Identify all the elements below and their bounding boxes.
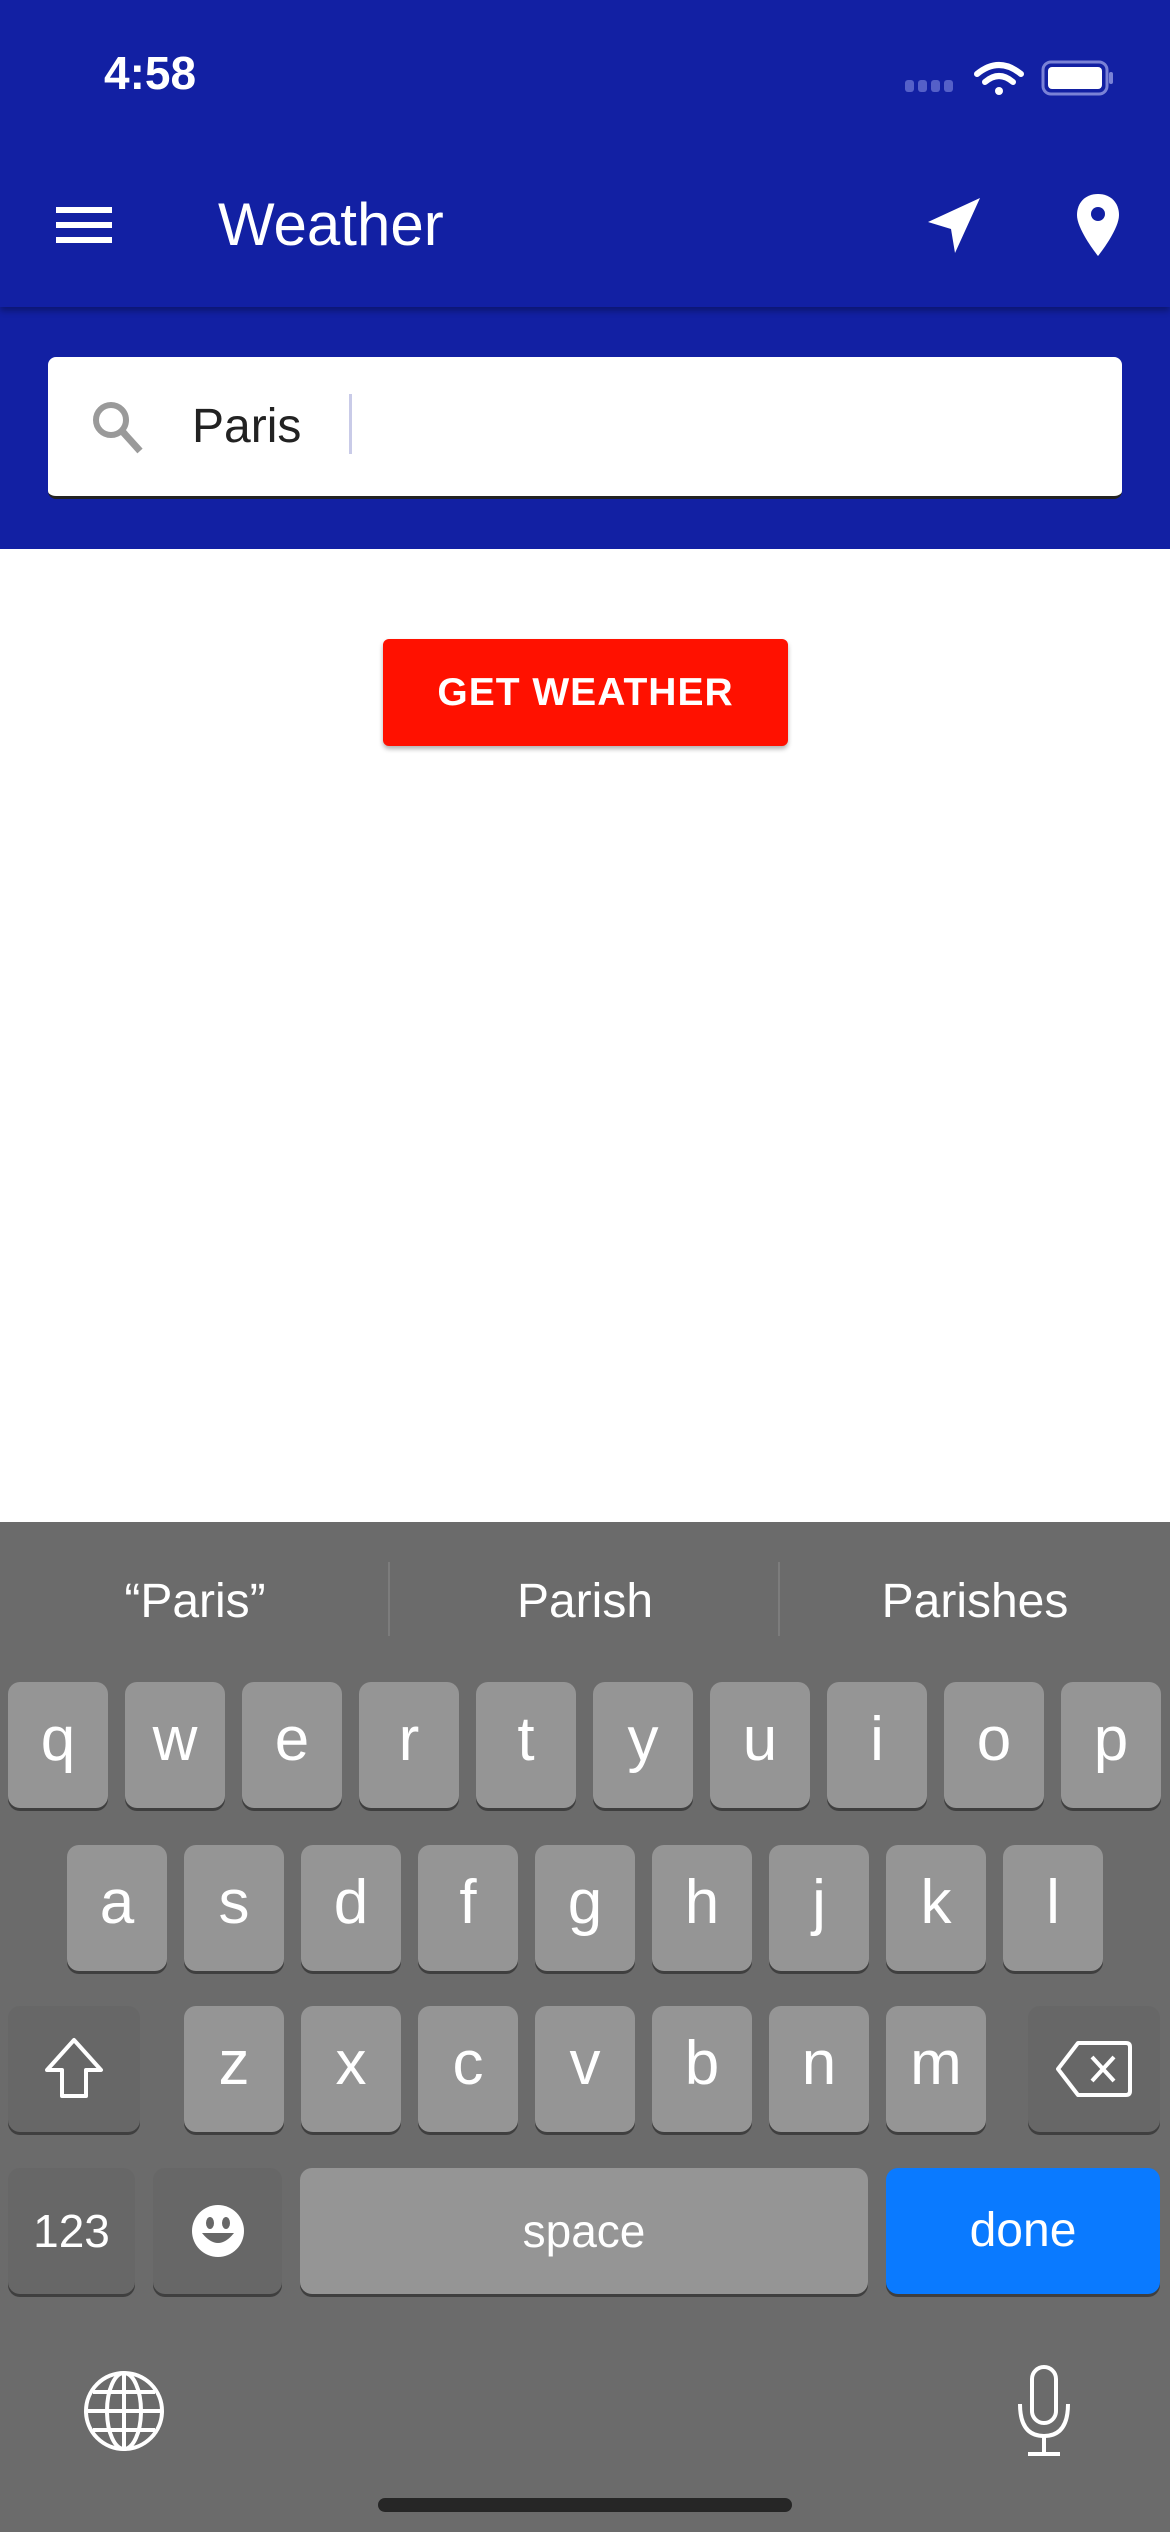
key-u[interactable]: u bbox=[710, 1682, 810, 1808]
key-i[interactable]: i bbox=[827, 1682, 927, 1808]
status-time: 4:58 bbox=[104, 47, 197, 99]
space-key[interactable]: space bbox=[300, 2168, 868, 2294]
key-p[interactable]: p bbox=[1061, 1682, 1161, 1808]
key-t[interactable]: t bbox=[476, 1682, 576, 1808]
numbers-key[interactable]: 123 bbox=[8, 2168, 135, 2294]
suggestion-1[interactable]: “Paris” bbox=[0, 1552, 390, 1652]
key-c[interactable]: c bbox=[418, 2006, 518, 2132]
backspace-icon bbox=[1056, 2041, 1132, 2097]
key-j[interactable]: j bbox=[769, 1845, 869, 1971]
shift-key[interactable] bbox=[8, 2006, 140, 2132]
search-input[interactable] bbox=[192, 357, 1092, 496]
done-key[interactable]: done bbox=[886, 2168, 1160, 2294]
key-m[interactable]: m bbox=[886, 2006, 986, 2132]
key-s[interactable]: s bbox=[184, 1845, 284, 1971]
shift-icon bbox=[45, 2038, 103, 2098]
search-field[interactable] bbox=[48, 357, 1122, 499]
menu-icon[interactable] bbox=[56, 205, 112, 245]
get-weather-button[interactable]: GET WEATHER bbox=[383, 639, 788, 746]
navigation-arrow-icon[interactable] bbox=[925, 195, 985, 255]
key-f[interactable]: f bbox=[418, 1845, 518, 1971]
key-v[interactable]: v bbox=[535, 2006, 635, 2132]
key-e[interactable]: e bbox=[242, 1682, 342, 1808]
map-pin-icon[interactable] bbox=[1075, 192, 1121, 258]
microphone-icon[interactable] bbox=[1014, 2364, 1074, 2460]
globe-icon[interactable] bbox=[83, 2370, 165, 2452]
key-g[interactable]: g bbox=[535, 1845, 635, 1971]
app-bar: 4:58 Weather bbox=[0, 0, 1170, 307]
key-d[interactable]: d bbox=[301, 1845, 401, 1971]
wifi-icon bbox=[974, 62, 1024, 95]
key-y[interactable]: y bbox=[593, 1682, 693, 1808]
suggestion-3[interactable]: Parishes bbox=[780, 1552, 1170, 1652]
key-n[interactable]: n bbox=[769, 2006, 869, 2132]
suggestion-2[interactable]: Parish bbox=[390, 1552, 780, 1652]
key-x[interactable]: x bbox=[301, 2006, 401, 2132]
key-b[interactable]: b bbox=[652, 2006, 752, 2132]
emoji-key[interactable] bbox=[153, 2168, 282, 2294]
key-l[interactable]: l bbox=[1003, 1845, 1103, 1971]
page-title: Weather bbox=[218, 191, 444, 258]
key-q[interactable]: q bbox=[8, 1682, 108, 1808]
key-a[interactable]: a bbox=[67, 1845, 167, 1971]
key-k[interactable]: k bbox=[886, 1845, 986, 1971]
text-caret bbox=[349, 394, 352, 454]
home-indicator[interactable] bbox=[378, 2498, 792, 2512]
emoji-icon bbox=[191, 2205, 244, 2257]
status-icons bbox=[905, 60, 1113, 96]
key-r[interactable]: r bbox=[359, 1682, 459, 1808]
key-o[interactable]: o bbox=[944, 1682, 1044, 1808]
search-icon bbox=[93, 402, 143, 454]
signal-icon bbox=[905, 80, 953, 92]
key-h[interactable]: h bbox=[652, 1845, 752, 1971]
key-z[interactable]: z bbox=[184, 2006, 284, 2132]
keyboard: “Paris” Parish Parishes qwertyuiop asdfgh… bbox=[0, 1522, 1170, 2532]
battery-icon bbox=[1041, 60, 1113, 96]
backspace-key[interactable] bbox=[1028, 2006, 1160, 2132]
key-w[interactable]: w bbox=[125, 1682, 225, 1808]
